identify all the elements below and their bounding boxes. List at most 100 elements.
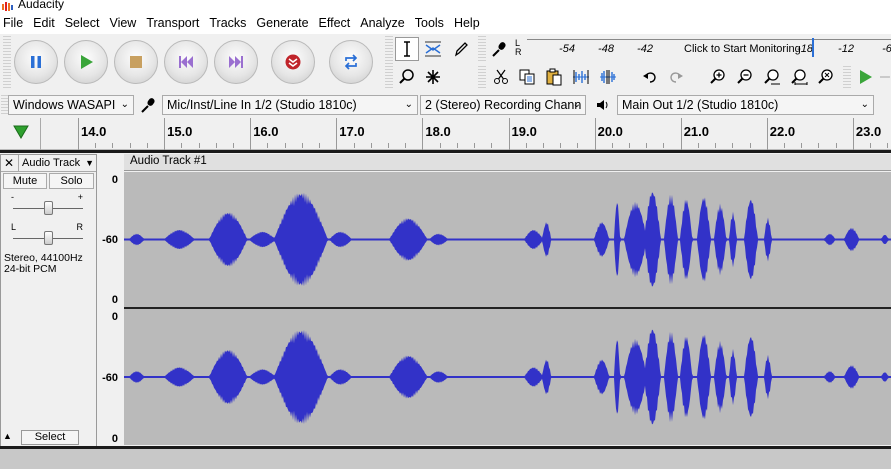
paste-button[interactable] <box>542 65 566 89</box>
menu-view[interactable]: View <box>105 13 142 34</box>
tools-toolbar-grip[interactable] <box>385 36 393 90</box>
recording-meter[interactable]: LR -54 -48 -42 Click to Start Monitoring… <box>515 38 891 57</box>
loop-icon <box>344 54 358 70</box>
play-icon <box>81 55 93 69</box>
menu-edit[interactable]: Edit <box>29 13 61 34</box>
track-name-menu[interactable]: Audio Track ▼ <box>18 155 96 171</box>
close-track-icon[interactable]: ✕ <box>1 155 17 171</box>
edit-toolbar-grip[interactable] <box>478 66 486 90</box>
stop-button[interactable] <box>114 40 158 84</box>
copy-icon <box>519 69 535 85</box>
menu-generate[interactable]: Generate <box>252 13 314 34</box>
ruler-minor-tick <box>611 143 613 148</box>
toolbar-grip[interactable] <box>3 36 11 90</box>
ruler-minor-tick <box>198 143 200 148</box>
menu-tracks[interactable]: Tracks <box>205 13 252 34</box>
vertical-ruler[interactable]: 0 -60 0 0 -60 0 <box>98 154 122 446</box>
menu-bar: File Edit Select View Transport Tracks G… <box>0 13 891 34</box>
pause-button[interactable] <box>14 40 58 84</box>
loop-button[interactable] <box>329 40 373 84</box>
menu-transport[interactable]: Transport <box>142 13 205 34</box>
fit-selection-button[interactable] <box>760 65 784 89</box>
skip-to-start-icon <box>179 56 193 68</box>
zoom-in-button[interactable] <box>706 65 730 89</box>
recording-channels-value: 2 (Stereo) Recording Chann <box>425 98 582 112</box>
redo-button[interactable] <box>664 65 688 89</box>
fit-project-button[interactable] <box>787 65 811 89</box>
ruler-minor-tick <box>491 143 493 148</box>
ruler-minor-tick <box>663 143 665 148</box>
recording-device-select[interactable]: Mic/Inst/Line In 1/2 (Studio 1810c) ⌄ <box>162 95 418 115</box>
record-meter-button[interactable] <box>487 37 511 61</box>
pan-slider-thumb[interactable] <box>43 231 53 245</box>
chevron-down-icon: ⌄ <box>572 99 581 110</box>
scale-label-top: 0 <box>111 311 118 323</box>
play-head-icon[interactable] <box>12 124 30 140</box>
playback-device-value: Main Out 1/2 (Studio 1810c) <box>622 98 779 112</box>
pan-left-label: L <box>11 222 17 232</box>
meter-toolbar-grip[interactable] <box>478 36 486 62</box>
track-header-row: ✕ Audio Track ▼ <box>1 155 96 172</box>
undo-button[interactable] <box>638 65 662 89</box>
menu-select[interactable]: Select <box>61 13 106 34</box>
chevron-down-icon: ⌄ <box>860 99 869 110</box>
selection-tool-button[interactable] <box>395 37 419 61</box>
ruler-label: 14.0 <box>81 124 107 139</box>
ruler-label: 23.0 <box>855 124 882 139</box>
menu-analyze[interactable]: Analyze <box>356 13 410 34</box>
waveform-left <box>124 192 891 287</box>
playback-speed-slider[interactable] <box>879 65 891 89</box>
trim-audio-button[interactable] <box>569 65 593 89</box>
ruler-minor-tick <box>577 143 579 148</box>
play-at-speed-button[interactable] <box>853 65 877 89</box>
envelope-icon <box>425 41 441 57</box>
skip-to-end-button[interactable] <box>214 40 258 84</box>
playback-device-select[interactable]: Main Out 1/2 (Studio 1810c) ⌄ <box>617 95 874 115</box>
menu-effect[interactable]: Effect <box>315 13 357 34</box>
ruler-minor-tick <box>629 143 631 148</box>
fit-project-icon <box>791 69 808 85</box>
clip-header[interactable]: Audio Track #1 <box>124 154 891 171</box>
ruler-minor-tick <box>301 143 303 148</box>
zoom-tool-button[interactable] <box>395 65 419 89</box>
cut-button[interactable] <box>489 65 513 89</box>
solo-button[interactable]: Solo <box>49 173 94 189</box>
audio-host-select[interactable]: Windows WASAPI ⌄ <box>8 95 134 115</box>
menu-tools[interactable]: Tools <box>411 13 450 34</box>
record-button[interactable] <box>271 40 315 84</box>
empty-track-area[interactable] <box>0 446 891 469</box>
waveform-channel-right[interactable] <box>124 309 891 445</box>
mute-button[interactable]: Mute <box>3 173 47 189</box>
skip-to-start-button[interactable] <box>164 40 208 84</box>
track-control-panel: ✕ Audio Track ▼ Mute Solo - + L R Stereo… <box>0 154 97 448</box>
start-monitoring-label[interactable]: Click to Start Monitoring <box>682 43 803 55</box>
copy-button[interactable] <box>515 65 539 89</box>
play-at-speed-grip[interactable] <box>843 66 851 90</box>
undo-icon <box>643 72 656 83</box>
menu-help[interactable]: Help <box>450 13 486 34</box>
meter-scale: -54 -48 -42 Click to Start Monitoring -1… <box>527 38 891 57</box>
envelope-tool-button[interactable] <box>421 37 445 61</box>
pan-slider[interactable]: L R <box>9 222 87 246</box>
play-button[interactable] <box>64 40 108 84</box>
silence-audio-button[interactable] <box>596 65 620 89</box>
zoom-toggle-button[interactable] <box>814 65 838 89</box>
collapse-track-icon[interactable]: ▲ <box>3 431 12 441</box>
chevron-down-icon: ⌄ <box>404 99 413 110</box>
magnifier-icon <box>399 69 414 84</box>
gain-slider[interactable]: - + <box>9 192 87 216</box>
zoom-out-button[interactable] <box>733 65 757 89</box>
ruler-minor-tick <box>215 143 217 148</box>
draw-tool-button[interactable] <box>449 37 473 61</box>
gain-slider-thumb[interactable] <box>43 201 53 215</box>
timeline-ruler[interactable]: 14.0 15.0 16.0 17.0 18.0 19.0 20.0 21.0 22.0 23.0 <box>0 118 891 150</box>
zoom-toggle-icon <box>818 69 833 84</box>
skip-to-end-icon <box>229 56 243 68</box>
recording-channels-select[interactable]: 2 (Stereo) Recording Chann ⌄ <box>420 95 586 115</box>
multi-tool-button[interactable] <box>421 65 445 89</box>
waveform-channel-left[interactable] <box>124 172 891 307</box>
ruler-minor-tick <box>818 143 820 148</box>
ruler-minor-tick <box>732 143 734 148</box>
menu-file[interactable]: File <box>0 13 29 34</box>
select-track-button[interactable]: Select <box>21 430 79 445</box>
